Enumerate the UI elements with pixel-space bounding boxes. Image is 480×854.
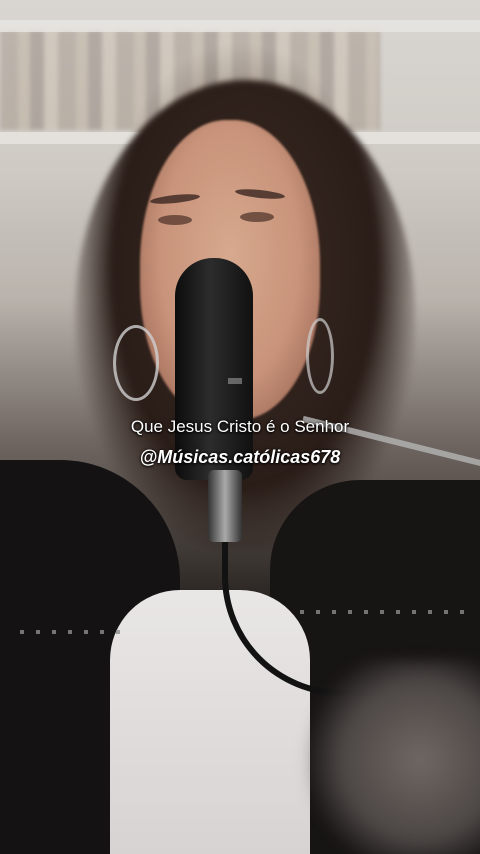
microphone-label	[228, 378, 242, 384]
blurred-foreground	[300, 660, 480, 854]
lyric-caption: Que Jesus Cristo é o Senhor	[130, 417, 350, 436]
channel-handle: @Músicas.católicas678	[139, 447, 341, 467]
eye-left	[158, 215, 192, 225]
earring-left	[113, 325, 159, 401]
earring-right	[306, 318, 334, 394]
shelf	[0, 20, 480, 32]
jacket-studs	[20, 630, 130, 634]
microphone-connector	[208, 470, 242, 542]
eye-right	[240, 212, 274, 222]
